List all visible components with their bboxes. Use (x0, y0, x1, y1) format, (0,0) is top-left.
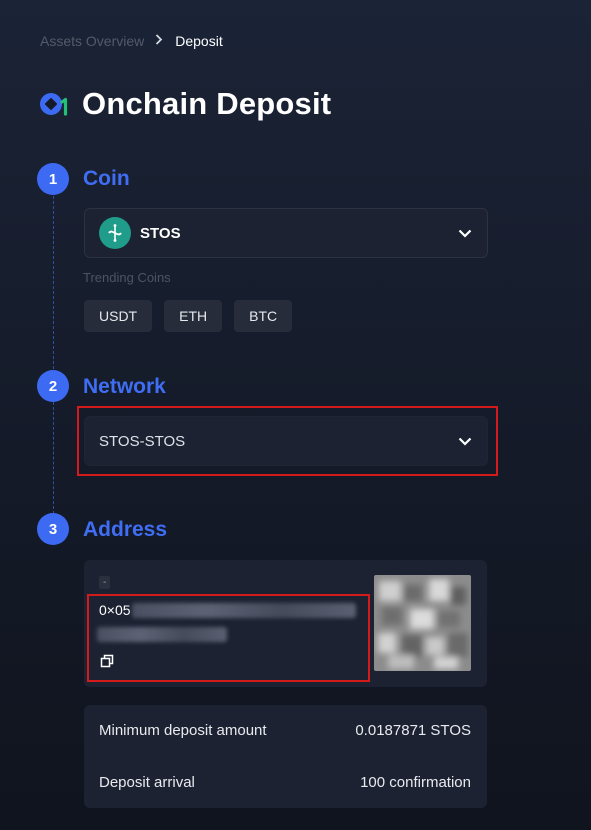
min-deposit-value: 0.0187871 STOS (355, 722, 471, 739)
step-connector (53, 196, 54, 374)
step-2-badge: 2 (37, 370, 69, 402)
onchain-deposit-logo-icon (38, 87, 72, 121)
breadcrumb: Assets Overview Deposit (40, 33, 223, 49)
address-highlight-box (87, 594, 370, 682)
trending-coin-btc-chip[interactable]: BTC (234, 300, 293, 332)
trending-coins-label: Trending Coins (83, 270, 171, 285)
coin-select[interactable]: STOS (84, 208, 488, 258)
step-3-badge: 3 (37, 513, 69, 545)
step-2-title: Network (83, 375, 166, 398)
deposit-qr-code (374, 575, 471, 671)
breadcrumb-assets-overview-link[interactable]: Assets Overview (40, 33, 144, 49)
chevron-down-icon (457, 225, 473, 241)
deposit-arrival-value: 100 confirmation (360, 774, 471, 791)
page-title: Onchain Deposit (82, 86, 332, 121)
address-tag: - (99, 576, 111, 589)
step-1-badge: 1 (37, 163, 69, 195)
trending-coins-list: USDT ETH BTC (84, 300, 293, 332)
network-highlight-box (77, 406, 498, 476)
trending-coin-eth-chip[interactable]: ETH (164, 300, 223, 332)
trending-coin-usdt-chip[interactable]: USDT (84, 300, 153, 332)
deposit-arrival-row: Deposit arrival 100 confirmation (99, 774, 471, 791)
min-deposit-label: Minimum deposit amount (99, 722, 267, 739)
stos-coin-icon (99, 217, 131, 249)
step-1-title: Coin (83, 167, 130, 190)
deposit-info-card: Minimum deposit amount 0.0187871 STOS De… (84, 705, 487, 808)
coin-select-value: STOS (140, 224, 181, 242)
chevron-right-icon (155, 34, 163, 48)
min-deposit-row: Minimum deposit amount 0.0187871 STOS (99, 722, 471, 739)
step-3-title: Address (83, 518, 168, 541)
step-connector (53, 402, 54, 514)
deposit-arrival-label: Deposit arrival (99, 774, 195, 791)
page-header: Onchain Deposit (38, 86, 331, 122)
breadcrumb-current: Deposit (175, 33, 223, 49)
